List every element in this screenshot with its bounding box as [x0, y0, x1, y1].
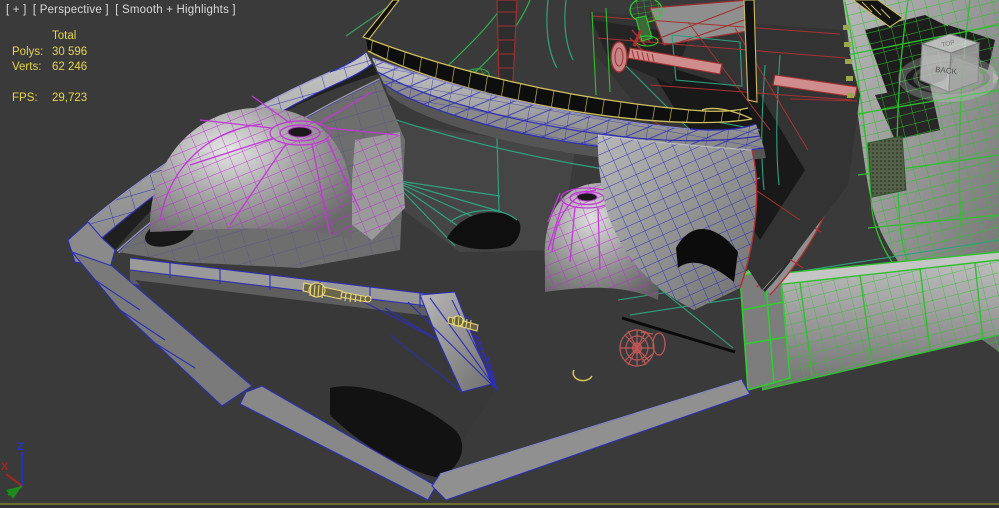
stats-polys-value: 30 596 — [52, 46, 88, 58]
viewport-label: [ + ] [ Perspective ] [ Smooth + Highlig… — [6, 4, 239, 16]
axis-z-label: Z — [17, 441, 24, 453]
stats-fps-value: 29,723 — [52, 92, 88, 104]
viewport-canvas[interactable]: BACK TOP Z X — [0, 0, 999, 508]
viewport-bottom-border — [0, 503, 999, 505]
stats-verts-value: 62 246 — [52, 61, 88, 73]
stats-fps-label: FPS: — [12, 92, 38, 104]
stats-verts-label: Verts: — [12, 61, 42, 73]
stats-polys-label: Polys: — [12, 46, 44, 58]
viewport-general-menu[interactable]: [ + ] — [6, 4, 27, 16]
viewport-pov-menu[interactable]: [ Perspective ] — [33, 4, 109, 16]
axis-x-label: X — [1, 461, 9, 473]
speaker-grille — [867, 135, 907, 198]
max-viewport-window: BACK TOP Z X [ + ] [ Perspective ] [ Smo… — [0, 0, 999, 508]
b-pillar-strip[interactable] — [496, 0, 518, 87]
viewport-shading-menu[interactable]: [ Smooth + Highlights ] — [115, 4, 236, 16]
stats-header: Total — [52, 30, 77, 42]
